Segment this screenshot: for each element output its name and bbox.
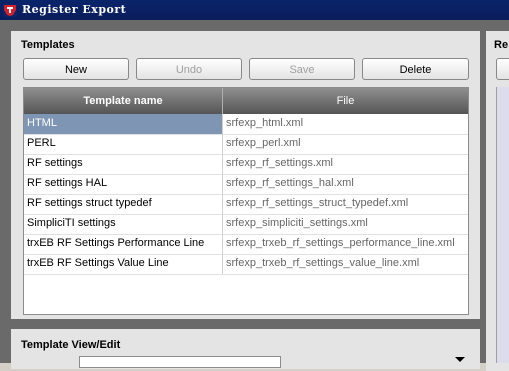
table-row[interactable]: PERL srfexp_perl.xml <box>24 134 468 155</box>
template-file-cell: srfexp_trxeb_rf_settings_value_line.xml <box>226 257 420 269</box>
template-name-cell: HTML <box>24 114 222 134</box>
title-bar[interactable]: Register Export <box>0 0 509 20</box>
template-file-cell: srfexp_html.xml <box>226 117 304 129</box>
template-file-cell: srfexp_rf_settings.xml <box>226 157 333 169</box>
right-panel-header: Re <box>494 39 509 51</box>
table-row[interactable]: HTML srfexp_html.xml <box>24 114 468 135</box>
table-row[interactable]: RF settings struct typedef srfexp_rf_set… <box>24 194 468 215</box>
window-title: Register Export <box>22 3 127 16</box>
column-header-file[interactable]: File <box>223 88 468 114</box>
template-file-cell: srfexp_simpliciti_settings.xml <box>226 217 368 229</box>
template-name-cell: RF settings <box>27 157 83 169</box>
table-row[interactable]: trxEB RF Settings Performance Line srfex… <box>24 234 468 255</box>
table-row[interactable]: trxEB RF Settings Value Line srfexp_trxe… <box>24 254 468 275</box>
template-select-combo[interactable] <box>79 356 281 368</box>
template-file-cell: srfexp_rf_settings_hal.xml <box>226 177 354 189</box>
dropdown-arrow-icon[interactable] <box>455 357 465 362</box>
template-name-cell: trxEB RF Settings Value Line <box>27 257 169 269</box>
table-row[interactable]: RF settings HAL srfexp_rf_settings_hal.x… <box>24 174 468 195</box>
template-name-cell: RF settings HAL <box>27 177 108 189</box>
right-panel-content <box>496 87 509 363</box>
templates-table: Template name File HTML srfexp_html.xml … <box>23 87 469 315</box>
template-name-cell: PERL <box>27 137 56 149</box>
table-row[interactable]: SimpliciTI settings srfexp_simpliciti_se… <box>24 214 468 235</box>
template-name-cell: SimpliciTI settings <box>27 217 116 229</box>
right-panel-button[interactable] <box>496 58 509 80</box>
template-file-cell: srfexp_rf_settings_struct_typedef.xml <box>226 197 409 209</box>
template-name-cell: trxEB RF Settings Performance Line <box>27 237 205 249</box>
table-header: Template name File <box>24 88 468 114</box>
new-button[interactable]: New <box>23 58 129 80</box>
app-logo-icon <box>3 3 17 17</box>
column-header-template-name[interactable]: Template name <box>24 88 222 114</box>
template-file-cell: srfexp_perl.xml <box>226 137 301 149</box>
undo-button[interactable]: Undo <box>136 58 242 80</box>
template-name-cell: RF settings struct typedef <box>27 197 152 209</box>
save-button[interactable]: Save <box>249 58 355 80</box>
template-view-edit-header: Template View/Edit <box>21 339 121 351</box>
delete-button[interactable]: Delete <box>362 58 469 80</box>
table-row[interactable]: RF settings srfexp_rf_settings.xml <box>24 154 468 175</box>
template-file-cell: srfexp_trxeb_rf_settings_performance_lin… <box>226 237 455 249</box>
templates-header: Templates <box>21 39 75 51</box>
